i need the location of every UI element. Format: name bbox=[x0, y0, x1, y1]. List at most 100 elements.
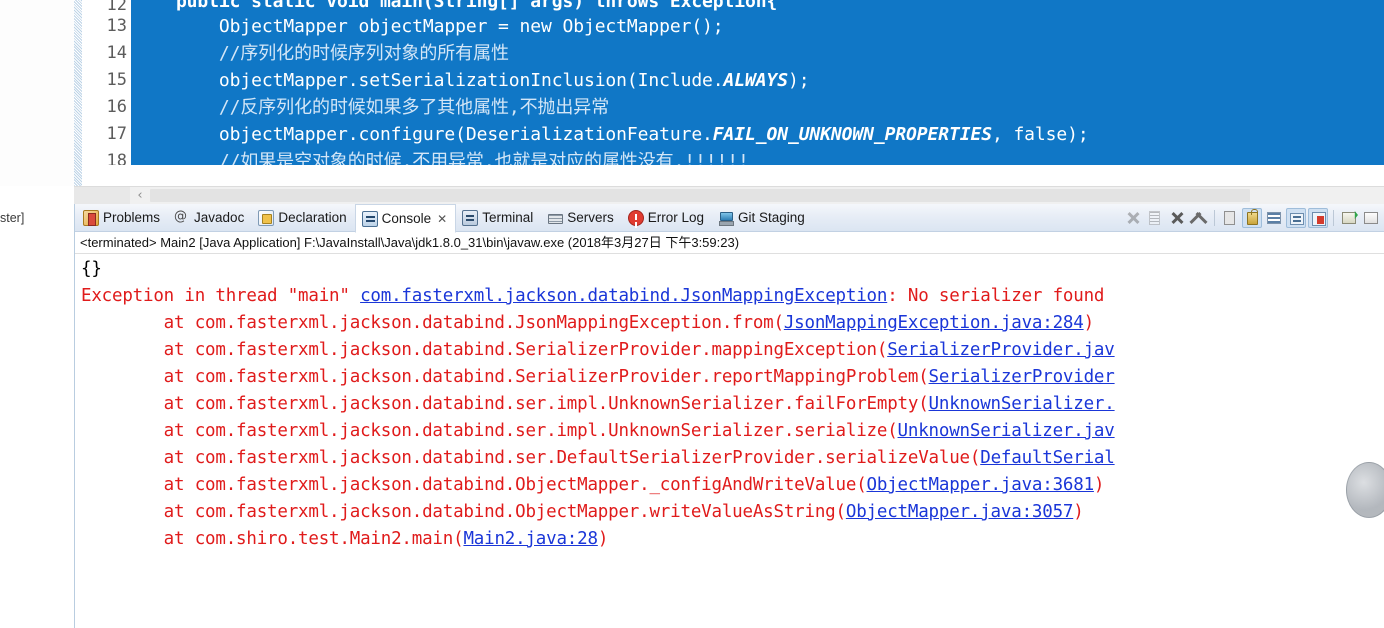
tab-label: Console bbox=[381, 210, 432, 226]
editor-code-line[interactable]: objectMapper.configure(DeserializationFe… bbox=[131, 121, 1384, 148]
editor-line-number: 17 bbox=[106, 124, 127, 144]
editor-scrollbar-corner bbox=[74, 187, 130, 205]
editor-line-number: 13 bbox=[106, 16, 127, 36]
error-log-icon bbox=[627, 210, 644, 226]
stacktrace-link[interactable]: Main2.java:28 bbox=[463, 529, 598, 549]
remove-all-launches-icon-glyph bbox=[1191, 211, 1207, 225]
console-error-line: Exception in thread "main" com.fasterxml… bbox=[81, 286, 1105, 306]
pin-console-icon[interactable] bbox=[1361, 208, 1381, 228]
remove-launch-icon-glyph bbox=[1170, 211, 1184, 225]
stacktrace-link[interactable]: UnknownSerializer.jav bbox=[898, 421, 1115, 441]
console-error-line: at com.fasterxml.jackson.databind.Object… bbox=[81, 475, 1105, 495]
terminal-icon bbox=[462, 210, 479, 226]
editor-scroll-thumb[interactable] bbox=[150, 189, 1250, 202]
console-output[interactable]: {} Exception in thread "main" com.fasterx… bbox=[75, 254, 1384, 627]
editor-code-area[interactable]: public static void main(String[] args) t… bbox=[131, 0, 1384, 186]
stacktrace-link[interactable]: com.fasterxml.jackson.databind.JsonMappi… bbox=[360, 286, 887, 306]
terminate-icon-glyph bbox=[1126, 211, 1140, 225]
tab-problems[interactable]: Problems bbox=[77, 204, 168, 232]
tab-servers[interactable]: Servers bbox=[541, 204, 622, 232]
stacktrace-link[interactable]: ObjectMapper.java:3681 bbox=[867, 475, 1095, 495]
stacktrace-link[interactable]: ObjectMapper.java:3057 bbox=[846, 502, 1074, 522]
tab-label: Declaration bbox=[278, 210, 347, 225]
word-wrap-icon[interactable] bbox=[1264, 208, 1284, 228]
show-console-stderr-icon-glyph bbox=[1312, 212, 1326, 226]
console-error-line: at com.fasterxml.jackson.databind.Serial… bbox=[81, 367, 1115, 387]
toolbar-separator bbox=[1214, 210, 1215, 226]
editor-line-number: 16 bbox=[106, 97, 127, 117]
stacktrace-link[interactable]: JsonMappingException.java:284 bbox=[784, 313, 1084, 333]
console-error-line: at com.fasterxml.jackson.databind.JsonMa… bbox=[81, 313, 1094, 333]
code-editor[interactable]: 12⊖ 13 14 15 16 17 18 public static void main(… bbox=[74, 0, 1384, 186]
tab-declaration[interactable]: Declaration bbox=[252, 204, 354, 232]
tab-close-icon[interactable]: ✕ bbox=[437, 212, 447, 226]
console-output-line: {} bbox=[81, 259, 102, 279]
editor-code-line[interactable]: objectMapper.setSerializationInclusion(I… bbox=[131, 67, 1384, 94]
console-error-line: at com.shiro.test.Main2.main(Main2.java:… bbox=[81, 529, 609, 549]
editor-code-line[interactable]: //反序列化的时候如果多了其他属性,不抛出异常 bbox=[131, 94, 1384, 121]
terminate-all-icon-glyph bbox=[1149, 211, 1160, 225]
javadoc-icon bbox=[174, 209, 190, 226]
stacktrace-link[interactable]: UnknownSerializer. bbox=[929, 394, 1115, 414]
git-staging-icon bbox=[718, 210, 735, 226]
toolbar-separator bbox=[1333, 210, 1334, 226]
editor-code-line[interactable]: //如果是空对象的时候,不用异常,也就是对应的属性没有,!!!!!! bbox=[131, 148, 1384, 165]
tab-label: Error Log bbox=[647, 210, 705, 225]
editor-line-number: 15 bbox=[106, 70, 127, 90]
editor-annotation-ruler[interactable] bbox=[74, 0, 82, 186]
console-error-line: at com.fasterxml.jackson.databind.ser.De… bbox=[81, 448, 1115, 468]
terminate-all-icon[interactable] bbox=[1145, 208, 1165, 228]
editor-line-number: 12⊖ bbox=[106, 0, 127, 13]
tab-label: Problems bbox=[103, 210, 161, 225]
declaration-icon bbox=[258, 210, 275, 226]
editor-horizontal-scrollbar[interactable]: ‹ bbox=[74, 186, 1384, 205]
clear-console-icon-glyph bbox=[1224, 211, 1235, 225]
console-error-line: at com.fasterxml.jackson.databind.ser.im… bbox=[81, 394, 1115, 414]
console-error-line: at com.fasterxml.jackson.databind.Serial… bbox=[81, 340, 1115, 360]
servers-icon bbox=[547, 210, 564, 226]
stacktrace-link[interactable]: SerializerProvider bbox=[929, 367, 1115, 387]
scroll-lock-icon-glyph bbox=[1247, 209, 1258, 225]
pin-console-icon-glyph bbox=[1364, 212, 1378, 224]
scroll-left-arrow-icon[interactable]: ‹ bbox=[132, 188, 148, 204]
show-console-stdout-icon-glyph bbox=[1290, 213, 1304, 225]
tab-label: Terminal bbox=[482, 210, 534, 225]
console-icon bbox=[361, 210, 378, 227]
scroll-lock-icon[interactable] bbox=[1242, 208, 1262, 228]
editor-line-number: 14 bbox=[106, 43, 127, 63]
editor-line-number: 18 bbox=[106, 151, 127, 165]
tab-javadoc[interactable]: Javadoc bbox=[168, 204, 252, 232]
view-tab-bar: Problems Javadoc Declaration Console ✕ Termin… bbox=[75, 204, 1384, 233]
console-error-line: at com.fasterxml.jackson.databind.Object… bbox=[81, 502, 1084, 522]
console-view: Problems Javadoc Declaration Console ✕ Termin… bbox=[74, 204, 1384, 628]
package-explorer-top bbox=[0, 0, 74, 186]
remove-all-launches-icon[interactable] bbox=[1189, 208, 1209, 228]
package-explorer-lower bbox=[0, 186, 74, 628]
package-explorer-truncated-label: ster] bbox=[0, 211, 25, 225]
show-console-stdout-icon[interactable] bbox=[1286, 208, 1306, 228]
launch-configuration-description[interactable]: <terminated> Main2 [Java Application] F:… bbox=[75, 232, 1384, 254]
editor-code-line[interactable]: ObjectMapper objectMapper = new ObjectMa… bbox=[131, 13, 1384, 40]
console-error-line: at com.fasterxml.jackson.databind.ser.im… bbox=[81, 421, 1115, 441]
tab-label: Git Staging bbox=[738, 210, 805, 225]
tab-git-staging[interactable]: Git Staging bbox=[712, 204, 813, 232]
stacktrace-link[interactable]: SerializerProvider.jav bbox=[887, 340, 1115, 360]
open-console-icon-glyph bbox=[1342, 212, 1356, 224]
console-toolbar bbox=[1122, 204, 1384, 232]
tab-console[interactable]: Console ✕ bbox=[354, 204, 457, 233]
open-console-icon[interactable] bbox=[1339, 208, 1359, 228]
view-tabs: Problems Javadoc Declaration Console ✕ Termin… bbox=[77, 204, 813, 233]
tab-terminal[interactable]: Terminal bbox=[456, 204, 541, 232]
editor-code-line[interactable]: public static void main(String[] args) t… bbox=[131, 0, 1384, 13]
eclipse-ide-window: ster] 12⊖ 13 14 15 16 17 18 public static void… bbox=[0, 0, 1384, 628]
tab-error-log[interactable]: Error Log bbox=[622, 204, 712, 232]
clear-console-icon[interactable] bbox=[1220, 208, 1240, 228]
word-wrap-icon-glyph bbox=[1267, 212, 1281, 224]
remove-launch-icon[interactable] bbox=[1167, 208, 1187, 228]
terminate-icon[interactable] bbox=[1123, 208, 1143, 228]
tab-label: Javadoc bbox=[194, 210, 245, 225]
package-explorer-sliver: ster] bbox=[0, 0, 74, 628]
stacktrace-link[interactable]: DefaultSerial bbox=[980, 448, 1115, 468]
show-console-stderr-icon[interactable] bbox=[1308, 208, 1328, 228]
editor-code-line[interactable]: //序列化的时候序列对象的所有属性 bbox=[131, 40, 1384, 67]
